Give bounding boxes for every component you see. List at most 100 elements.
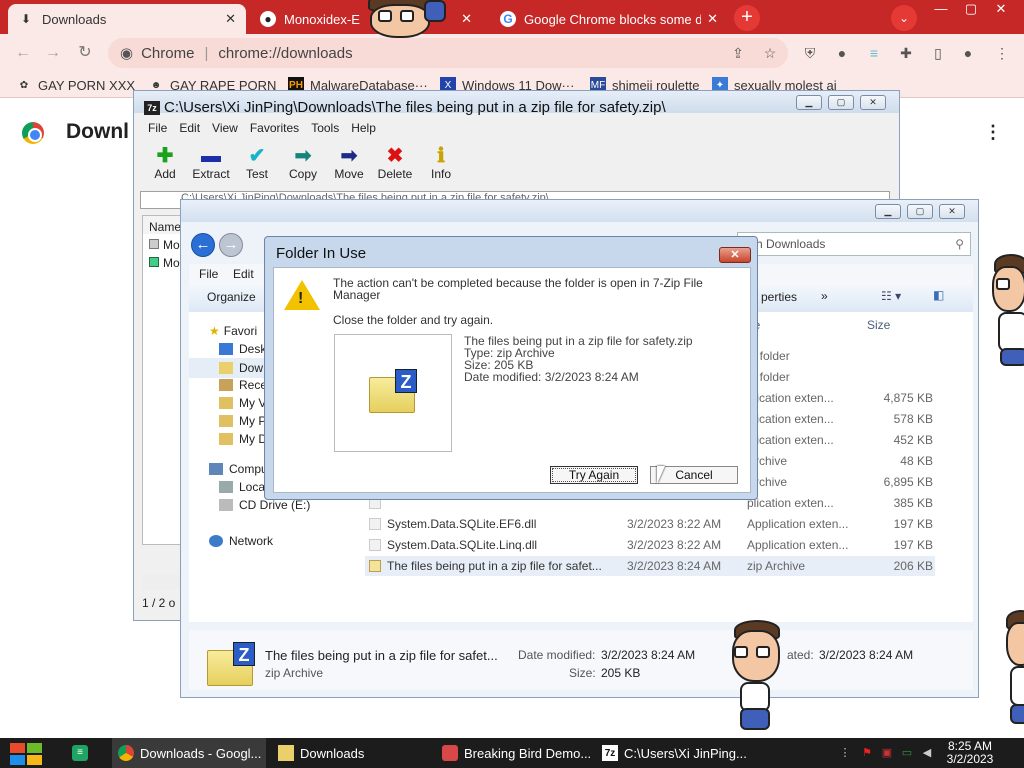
add-button[interactable]: ✚ Add xyxy=(142,145,188,181)
share-icon[interactable]: ⇪ xyxy=(728,43,748,63)
view-options-icon[interactable]: ☷ ▾ xyxy=(881,289,901,303)
network-icon xyxy=(209,535,223,547)
tab-search-button[interactable]: ⌄ xyxy=(891,5,917,31)
tree-my-videos[interactable]: My V xyxy=(219,396,266,410)
restore-button[interactable]: ▢ xyxy=(954,0,988,18)
menu-edit[interactable]: Edit xyxy=(175,119,208,139)
column-header-size[interactable]: Size xyxy=(867,318,890,332)
more-commands-button[interactable]: » xyxy=(821,289,828,303)
delete-button[interactable]: ✖ Delete xyxy=(372,145,418,181)
menu-file[interactable]: File xyxy=(199,267,218,281)
menu-view[interactable]: View xyxy=(208,119,246,139)
tree-desktop[interactable]: Desk xyxy=(219,342,266,356)
info-button[interactable]: ℹ Info xyxy=(418,145,464,181)
7zip-file-list[interactable]: Name Mo Mo xyxy=(142,215,182,545)
taskbar-item-explorer[interactable]: Downloads xyxy=(272,738,424,768)
minimize-button[interactable]: — xyxy=(924,0,958,18)
preview-pane-icon[interactable]: ◧ xyxy=(933,288,944,302)
profile-icon[interactable]: ● xyxy=(958,43,978,63)
forward-icon[interactable]: → xyxy=(42,42,64,64)
search-input[interactable]: rch Downloads ⚲ xyxy=(737,232,971,256)
tree-cd-drive[interactable]: CD Drive (E:) xyxy=(219,498,310,512)
7zip-close-button[interactable]: ✕ xyxy=(860,95,886,110)
tree-my-pictures[interactable]: My P xyxy=(219,414,266,428)
dialog-close-button[interactable]: ✕ xyxy=(719,247,751,263)
taskbar-item-chrome[interactable]: Downloads - Googl... xyxy=(112,738,266,768)
back-icon[interactable]: ← xyxy=(191,233,215,257)
menu-help[interactable]: Help xyxy=(347,119,384,139)
menu-favorites[interactable]: Favorites xyxy=(246,119,307,139)
tool-label: Info xyxy=(430,167,451,181)
7zip-maximize-button[interactable]: ▢ xyxy=(828,95,854,110)
menu-file[interactable]: File xyxy=(134,119,175,139)
menu-tools[interactable]: Tools xyxy=(307,119,347,139)
file-type: Archive xyxy=(747,475,788,489)
close-window-button[interactable]: ✕ xyxy=(984,0,1018,18)
cartoon-character-corner xyxy=(1004,610,1024,730)
table-row[interactable]: The files being put in a zip file for sa… xyxy=(365,556,935,576)
search-icon[interactable]: ⚲ xyxy=(955,233,964,255)
side-panel-icon[interactable]: ▯ xyxy=(928,43,948,63)
bookmark-item[interactable]: ✿ GAY PORN XXX xyxy=(16,77,135,93)
volume-icon[interactable]: ◀ xyxy=(920,746,934,760)
explorer-minimize-button[interactable]: ▁ xyxy=(875,204,901,219)
extensions-icon[interactable]: ✚ xyxy=(896,43,916,63)
horizontal-scrollbar[interactable] xyxy=(142,575,182,589)
list-item[interactable]: Mo xyxy=(143,234,181,252)
tree-local-disk[interactable]: Loca xyxy=(219,480,265,494)
list-item[interactable]: Mo xyxy=(143,252,181,270)
taskbar-item-breaking-bird[interactable]: Breaking Bird Demo... xyxy=(436,738,590,768)
column-header-name[interactable]: Name xyxy=(143,216,181,234)
sheets-icon[interactable]: ≡ xyxy=(72,745,88,761)
downloads-folder-icon xyxy=(219,362,233,374)
back-icon[interactable]: ← xyxy=(12,42,34,64)
organize-button[interactable]: Organize xyxy=(207,290,256,304)
explorer-titlebar[interactable] xyxy=(181,200,978,222)
copy-button[interactable]: ➡ Copy xyxy=(280,145,326,181)
menu-edit[interactable]: Edit xyxy=(233,267,254,281)
ublock-icon[interactable]: ⛨ xyxy=(800,43,820,63)
tray-overflow-icon[interactable]: ⋮ xyxy=(838,746,852,760)
taskbar-clock[interactable]: 8:25 AM 3/2/2023 xyxy=(934,740,1006,766)
tree-my-documents[interactable]: My D xyxy=(219,432,267,446)
tree-computer[interactable]: Compu xyxy=(209,462,268,476)
test-button[interactable]: ✔ Test xyxy=(234,145,280,181)
start-button[interactable] xyxy=(10,743,42,765)
move-button[interactable]: ➡ Move xyxy=(326,145,372,181)
close-tab-icon[interactable]: ✕ xyxy=(461,11,472,27)
table-row[interactable]: System.Data.SQLite.Linq.dll 3/2/2023 8:22… xyxy=(365,535,935,555)
new-tab-button[interactable]: + xyxy=(734,5,760,31)
chrome-menu-icon[interactable]: ⋮ xyxy=(992,43,1012,63)
file-type: le folder xyxy=(747,349,790,363)
reload-icon[interactable]: ↻ xyxy=(74,42,96,64)
extract-button[interactable]: ▬ Extract xyxy=(188,145,234,181)
close-tab-icon[interactable]: ✕ xyxy=(707,11,718,27)
table-row[interactable]: System.Data.SQLite.EF6.dll 3/2/2023 8:22 … xyxy=(365,514,935,534)
explorer-maximize-button[interactable]: ▢ xyxy=(907,204,933,219)
close-tab-icon[interactable]: ✕ xyxy=(225,11,236,27)
move-arrow-icon: ➡ xyxy=(340,145,358,167)
app-tray-icon[interactable]: ▣ xyxy=(880,746,894,760)
tab-label: Downloads xyxy=(42,11,107,27)
properties-button[interactable]: perties xyxy=(761,290,797,304)
extension-flag-icon[interactable]: ≡ xyxy=(864,43,884,63)
7zip-title: C:\Users\Xi JinPing\Downloads\The files … xyxy=(164,99,666,116)
bookmark-star-icon[interactable]: ☆ xyxy=(760,43,780,63)
network-tray-icon[interactable]: ▭ xyxy=(900,746,914,760)
tree-recent[interactable]: Rece xyxy=(219,378,267,392)
tab-google-chrome-blocks[interactable]: G Google Chrome blocks some d ✕ xyxy=(490,4,728,34)
tree-network[interactable]: Network xyxy=(209,534,273,548)
taskbar-item-7zip[interactable]: 7z C:\Users\Xi JinPing... xyxy=(596,738,746,768)
try-again-button[interactable]: Try Again xyxy=(550,466,638,484)
forward-icon[interactable]: → xyxy=(219,233,243,257)
extension-avatar-icon[interactable]: ● xyxy=(832,43,852,63)
file-type: Archive xyxy=(747,454,788,468)
downloads-menu-icon[interactable]: ⋮ xyxy=(984,122,1002,143)
flag-icon[interactable]: ⚑ xyxy=(860,746,874,760)
7zip-minimize-button[interactable]: ▁ xyxy=(796,95,822,110)
cartoon-character-right xyxy=(988,254,1024,370)
explorer-close-button[interactable]: ✕ xyxy=(939,204,965,219)
address-bar[interactable]: ◉ Chrome | chrome://downloads xyxy=(108,38,788,68)
tab-downloads[interactable]: ⬇ Downloads ✕ xyxy=(8,4,246,34)
tree-favorites[interactable]: ★ Favori xyxy=(209,324,257,338)
